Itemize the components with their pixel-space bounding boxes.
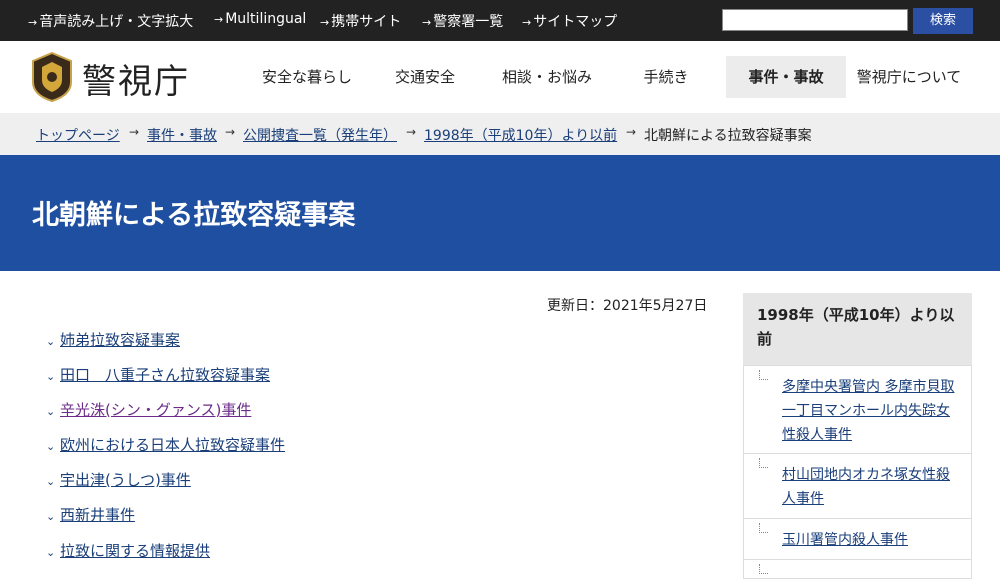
chevron-down-icon: ⌄ bbox=[46, 475, 56, 488]
util-link-accessibility[interactable]: → 音声読み上げ・文字拡大 bbox=[28, 11, 193, 31]
list-item[interactable]: ⌄ 宇出津(うしつ)事件 bbox=[46, 469, 191, 490]
nav-incidents[interactable]: 事件・事故 bbox=[726, 56, 846, 98]
breadcrumb-before-1998[interactable]: 1998年（平成10年）より以前 bbox=[424, 125, 617, 145]
tree-branch-icon bbox=[759, 564, 768, 574]
chevron-down-icon: ⌄ bbox=[46, 335, 56, 348]
sidebar-item: 玉川署管内殺人事件 bbox=[743, 518, 972, 560]
util-link-stations[interactable]: → 警察署一覧 bbox=[422, 11, 503, 31]
list-item[interactable]: ⌄ 拉致に関する情報提供 bbox=[46, 540, 210, 561]
tree-branch-icon bbox=[759, 523, 768, 533]
util-link-sitemap[interactable]: → サイトマップ bbox=[522, 11, 617, 31]
tree-branch-icon bbox=[759, 458, 768, 468]
police-emblem-icon[interactable] bbox=[30, 52, 74, 102]
chevron-down-icon: ⌄ bbox=[46, 510, 56, 523]
sidebar-item: 村山団地内オカネ塚女性殺人事件 bbox=[743, 453, 972, 519]
breadcrumb-public-search[interactable]: 公開捜査一覧（発生年） bbox=[243, 125, 397, 145]
tree-branch-icon bbox=[759, 370, 768, 380]
list-item[interactable]: ⌄ 田口 八重子さん拉致容疑事案 bbox=[46, 364, 270, 385]
breadcrumb-current: 北朝鮮による拉致容疑事案 bbox=[644, 128, 812, 144]
sidebar-link[interactable]: 村山団地内オカネ塚女性殺人事件 bbox=[782, 463, 962, 511]
breadcrumb-separator: → bbox=[626, 125, 637, 139]
page-title: 北朝鮮による拉致容疑事案 bbox=[32, 200, 356, 231]
list-item[interactable]: ⌄ 姉弟拉致容疑事案 bbox=[46, 329, 180, 350]
list-item[interactable]: ⌄ 辛光洙(シン・グァンス)事件 bbox=[46, 399, 251, 420]
sidebar-item: 多摩中央署管内 多摩市貝取一丁目マンホール内失踪女性殺人事件 bbox=[743, 365, 972, 454]
nav-safe-living[interactable]: 安全な暮らし bbox=[246, 56, 368, 98]
sidebar-heading: 1998年（平成10年）より以前 bbox=[743, 293, 972, 365]
breadcrumb-top[interactable]: トップページ bbox=[36, 125, 120, 145]
chevron-down-icon: ⌄ bbox=[46, 546, 56, 559]
sidebar-link[interactable]: 多摩中央署管内 多摩市貝取一丁目マンホール内失踪女性殺人事件 bbox=[782, 375, 962, 447]
util-link-mobile[interactable]: → 携帯サイト bbox=[320, 11, 401, 31]
site-logo-text[interactable]: 警視庁 bbox=[82, 54, 190, 103]
list-item[interactable]: ⌄ 欧州における日本人拉致容疑事件 bbox=[46, 434, 285, 455]
nav-traffic-safety[interactable]: 交通安全 bbox=[374, 56, 476, 98]
chevron-down-icon: ⌄ bbox=[46, 405, 56, 418]
chevron-down-icon: ⌄ bbox=[46, 440, 56, 453]
list-item[interactable]: ⌄ 西新井事件 bbox=[46, 504, 135, 525]
breadcrumb-separator: → bbox=[129, 125, 140, 139]
sidebar-item bbox=[743, 559, 972, 579]
chevron-down-icon: ⌄ bbox=[46, 370, 56, 383]
sidebar-link[interactable]: 玉川署管内殺人事件 bbox=[782, 528, 962, 552]
nav-about[interactable]: 警視庁について bbox=[848, 56, 970, 98]
util-link-multilingual[interactable]: → Multilingual bbox=[214, 11, 306, 27]
search-input[interactable] bbox=[722, 9, 908, 31]
breadcrumb-separator: → bbox=[406, 125, 417, 139]
breadcrumb-incidents[interactable]: 事件・事故 bbox=[147, 125, 217, 145]
nav-consultation[interactable]: 相談・お悩み bbox=[486, 56, 608, 98]
nav-procedures[interactable]: 手続き bbox=[620, 56, 712, 98]
search-button[interactable]: 検索 bbox=[913, 8, 973, 34]
breadcrumb-separator: → bbox=[225, 125, 236, 139]
updated-date: 更新日：2021年5月27日 bbox=[547, 298, 708, 314]
